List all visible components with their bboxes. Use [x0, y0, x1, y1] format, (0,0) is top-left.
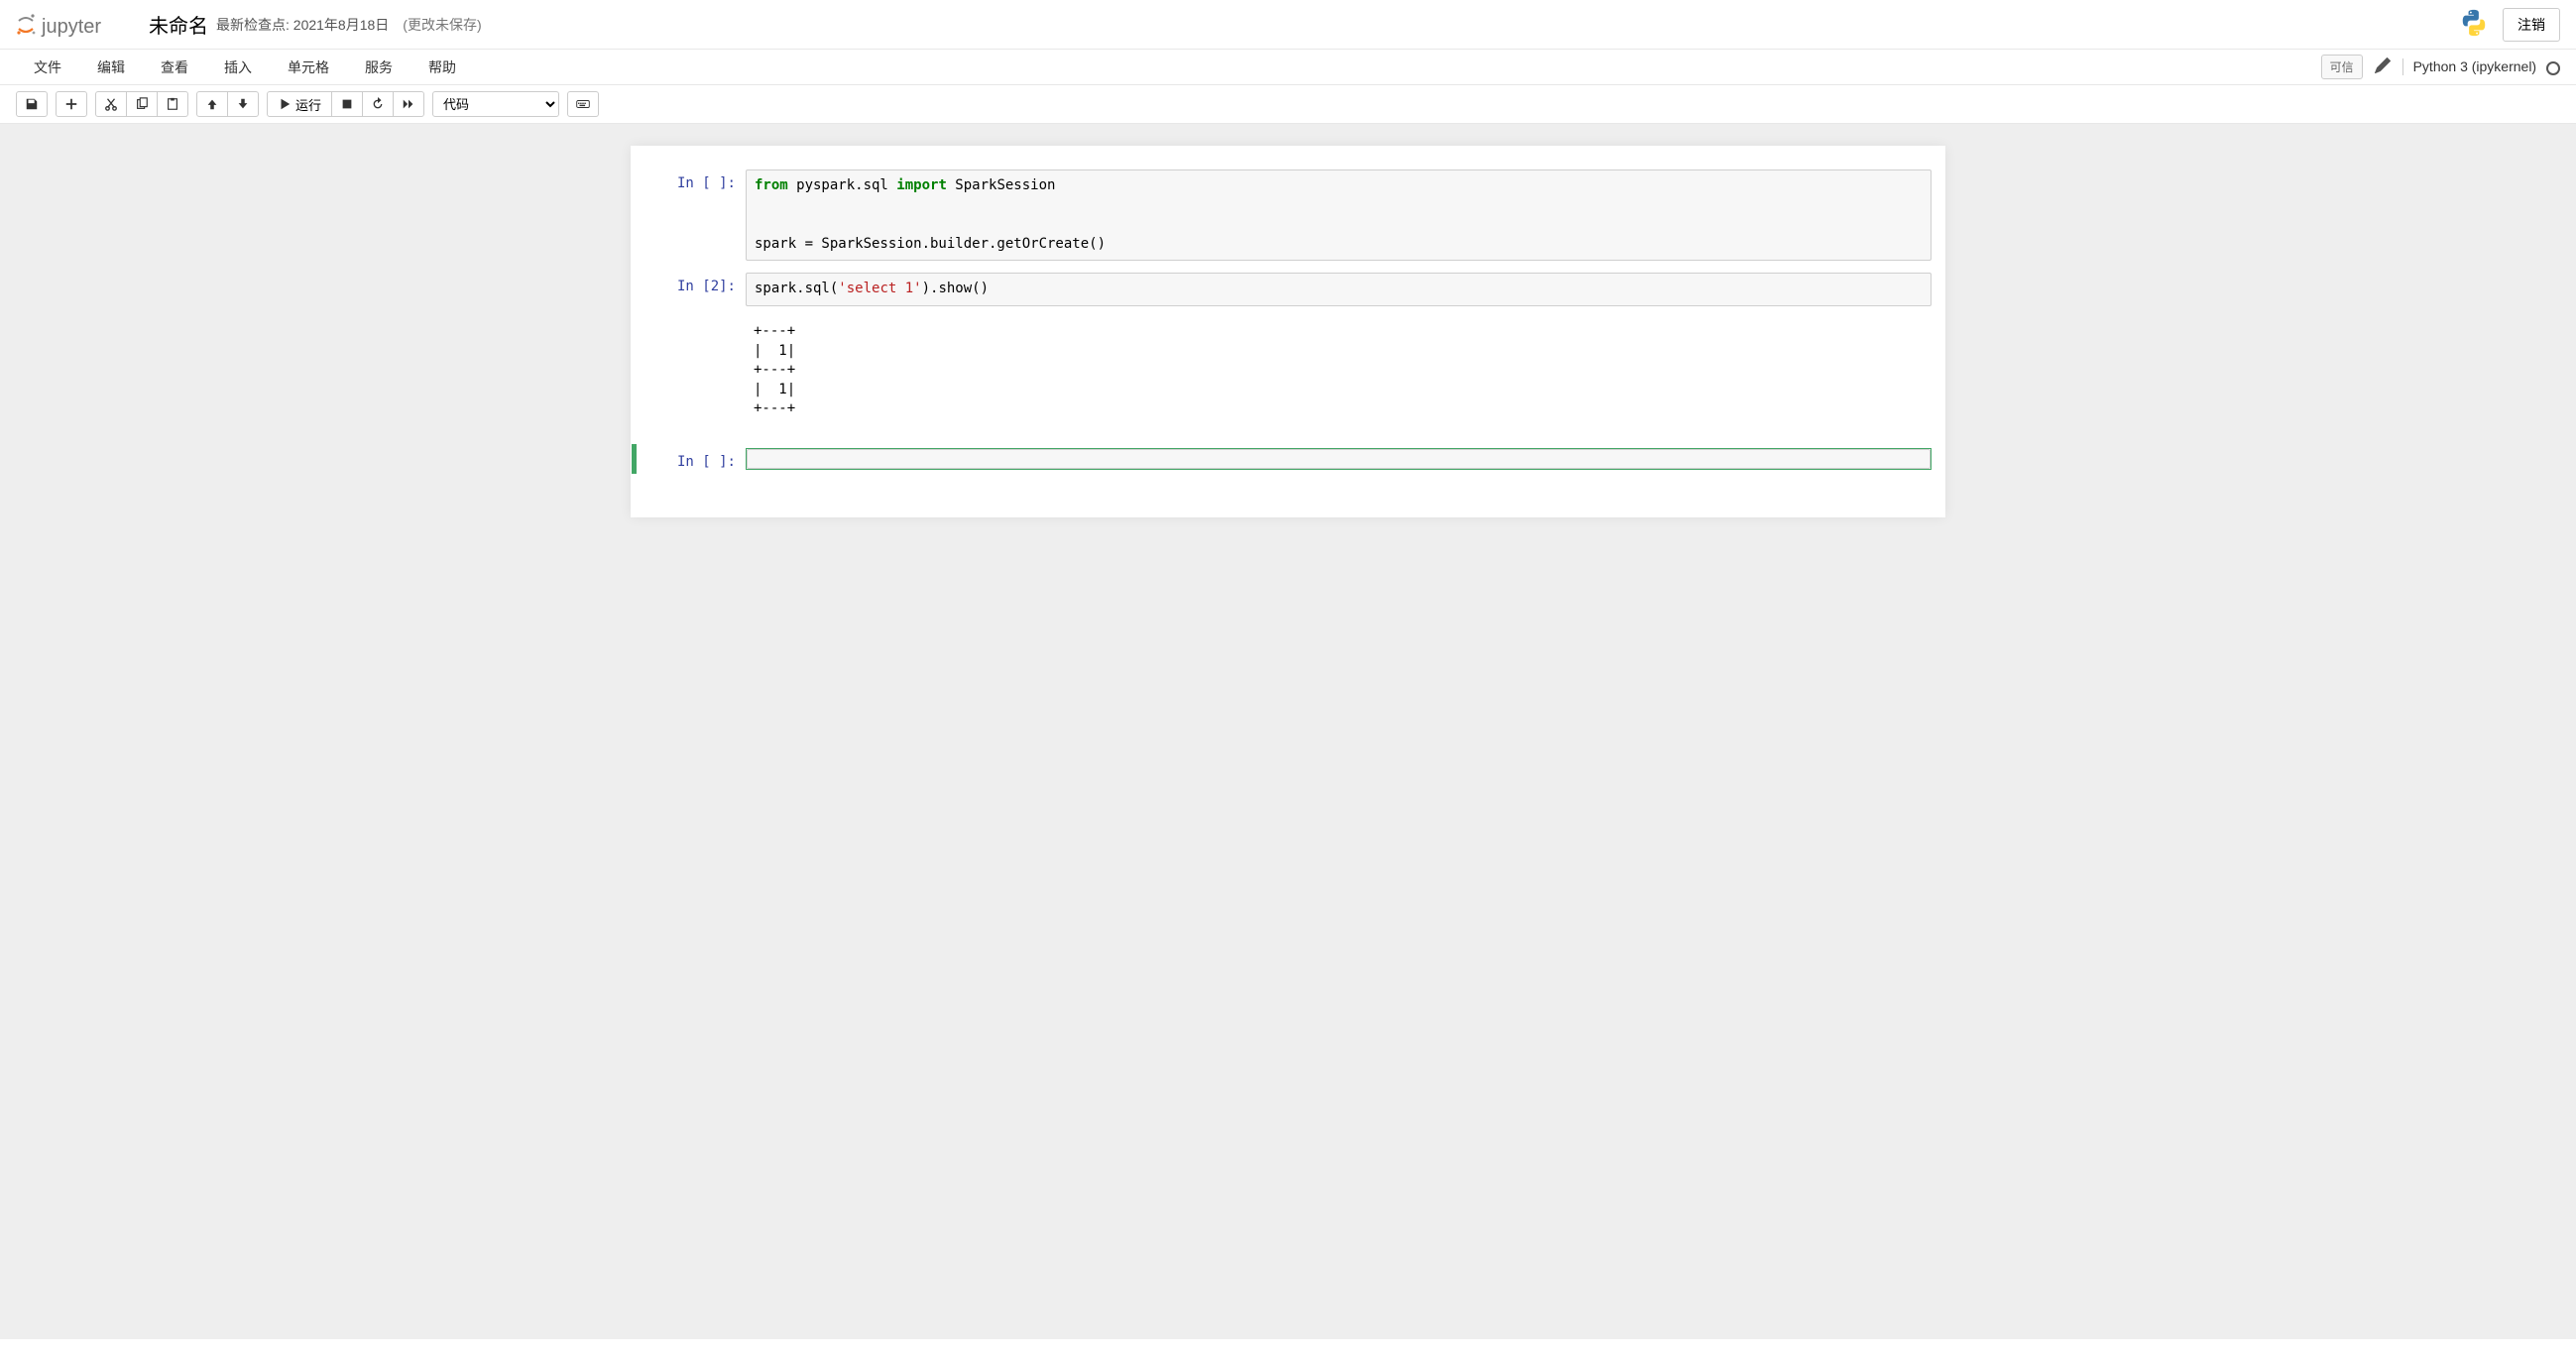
checkpoint-status: 最新检查点: 2021年8月18日: [216, 15, 389, 35]
save-button[interactable]: [16, 91, 48, 117]
menu-view[interactable]: 查看: [143, 50, 206, 85]
main-area: In [ ]: from pyspark.sql import SparkSes…: [0, 124, 2576, 1339]
menubar: 文件 编辑 查看 插入 单元格 服务 帮助 可信 Python 3 (ipyke…: [0, 50, 2576, 85]
menu-kernel[interactable]: 服务: [347, 50, 410, 85]
add-cell-button[interactable]: [56, 91, 87, 117]
cell-type-select[interactable]: 代码 Markdown 原生 NBConvert 标题: [432, 91, 559, 117]
header: jupyter 未命名 最新检查点: 2021年8月18日 (更改未保存) 注销: [0, 0, 2576, 50]
copy-button[interactable]: [126, 91, 158, 117]
output-text: +---+ | 1| +---+ | 1| +---+: [746, 314, 1939, 419]
menubar-right: 可信 Python 3 (ipykernel): [2321, 55, 2560, 79]
restart-run-all-button[interactable]: [393, 91, 424, 117]
kernel-idle-indicator-icon: [2546, 61, 2560, 75]
header-right: 注销: [2459, 8, 2560, 42]
code-cell[interactable]: In [ ]:: [632, 444, 1939, 474]
notebook-name[interactable]: 未命名: [149, 10, 208, 39]
run-button-label: 运行: [295, 95, 321, 114]
input-prompt: In [2]:: [637, 273, 746, 306]
code-input[interactable]: [747, 449, 1931, 469]
code-cell[interactable]: In [2]: spark.sql('select 1').show(): [637, 269, 1939, 310]
menu-help[interactable]: 帮助: [410, 50, 474, 85]
python-logo-icon: [2459, 8, 2489, 41]
svg-text:jupyter: jupyter: [41, 16, 101, 38]
menu-edit[interactable]: 编辑: [79, 50, 143, 85]
interrupt-button[interactable]: [331, 91, 363, 117]
move-down-button[interactable]: [227, 91, 259, 117]
notebook-container: In [ ]: from pyspark.sql import SparkSes…: [631, 146, 1945, 517]
autosave-status: (更改未保存): [403, 15, 481, 35]
code-input[interactable]: spark.sql('select 1').show(): [746, 273, 1932, 306]
kernel-name[interactable]: Python 3 (ipykernel): [2402, 58, 2560, 74]
logout-button[interactable]: 注销: [2503, 8, 2560, 42]
menu-file[interactable]: 文件: [16, 50, 79, 85]
menu-insert[interactable]: 插入: [206, 50, 270, 85]
jupyter-logo[interactable]: jupyter: [16, 10, 135, 40]
edit-metadata-icon[interactable]: [2375, 57, 2391, 76]
restart-button[interactable]: [362, 91, 394, 117]
paste-button[interactable]: [157, 91, 188, 117]
move-up-button[interactable]: [196, 91, 228, 117]
toolbar: 运行 代码 Markdown 原生 NBConvert 标题: [0, 85, 2576, 124]
output-prompt: [637, 314, 746, 419]
run-button[interactable]: 运行: [267, 91, 332, 117]
input-prompt: In [ ]:: [637, 169, 746, 261]
cut-button[interactable]: [95, 91, 127, 117]
trusted-badge[interactable]: 可信: [2321, 55, 2363, 79]
menu-list: 文件 编辑 查看 插入 单元格 服务 帮助: [16, 50, 474, 85]
code-input[interactable]: from pyspark.sql import SparkSession spa…: [746, 169, 1932, 261]
output-wrapper: +---+ | 1| +---+ | 1| +---+: [637, 314, 1939, 419]
code-cell[interactable]: In [ ]: from pyspark.sql import SparkSes…: [637, 166, 1939, 265]
command-palette-button[interactable]: [567, 91, 599, 117]
input-prompt: In [ ]:: [637, 448, 746, 470]
menu-cell[interactable]: 单元格: [270, 50, 347, 85]
kernel-name-label: Python 3 (ipykernel): [2413, 58, 2537, 74]
